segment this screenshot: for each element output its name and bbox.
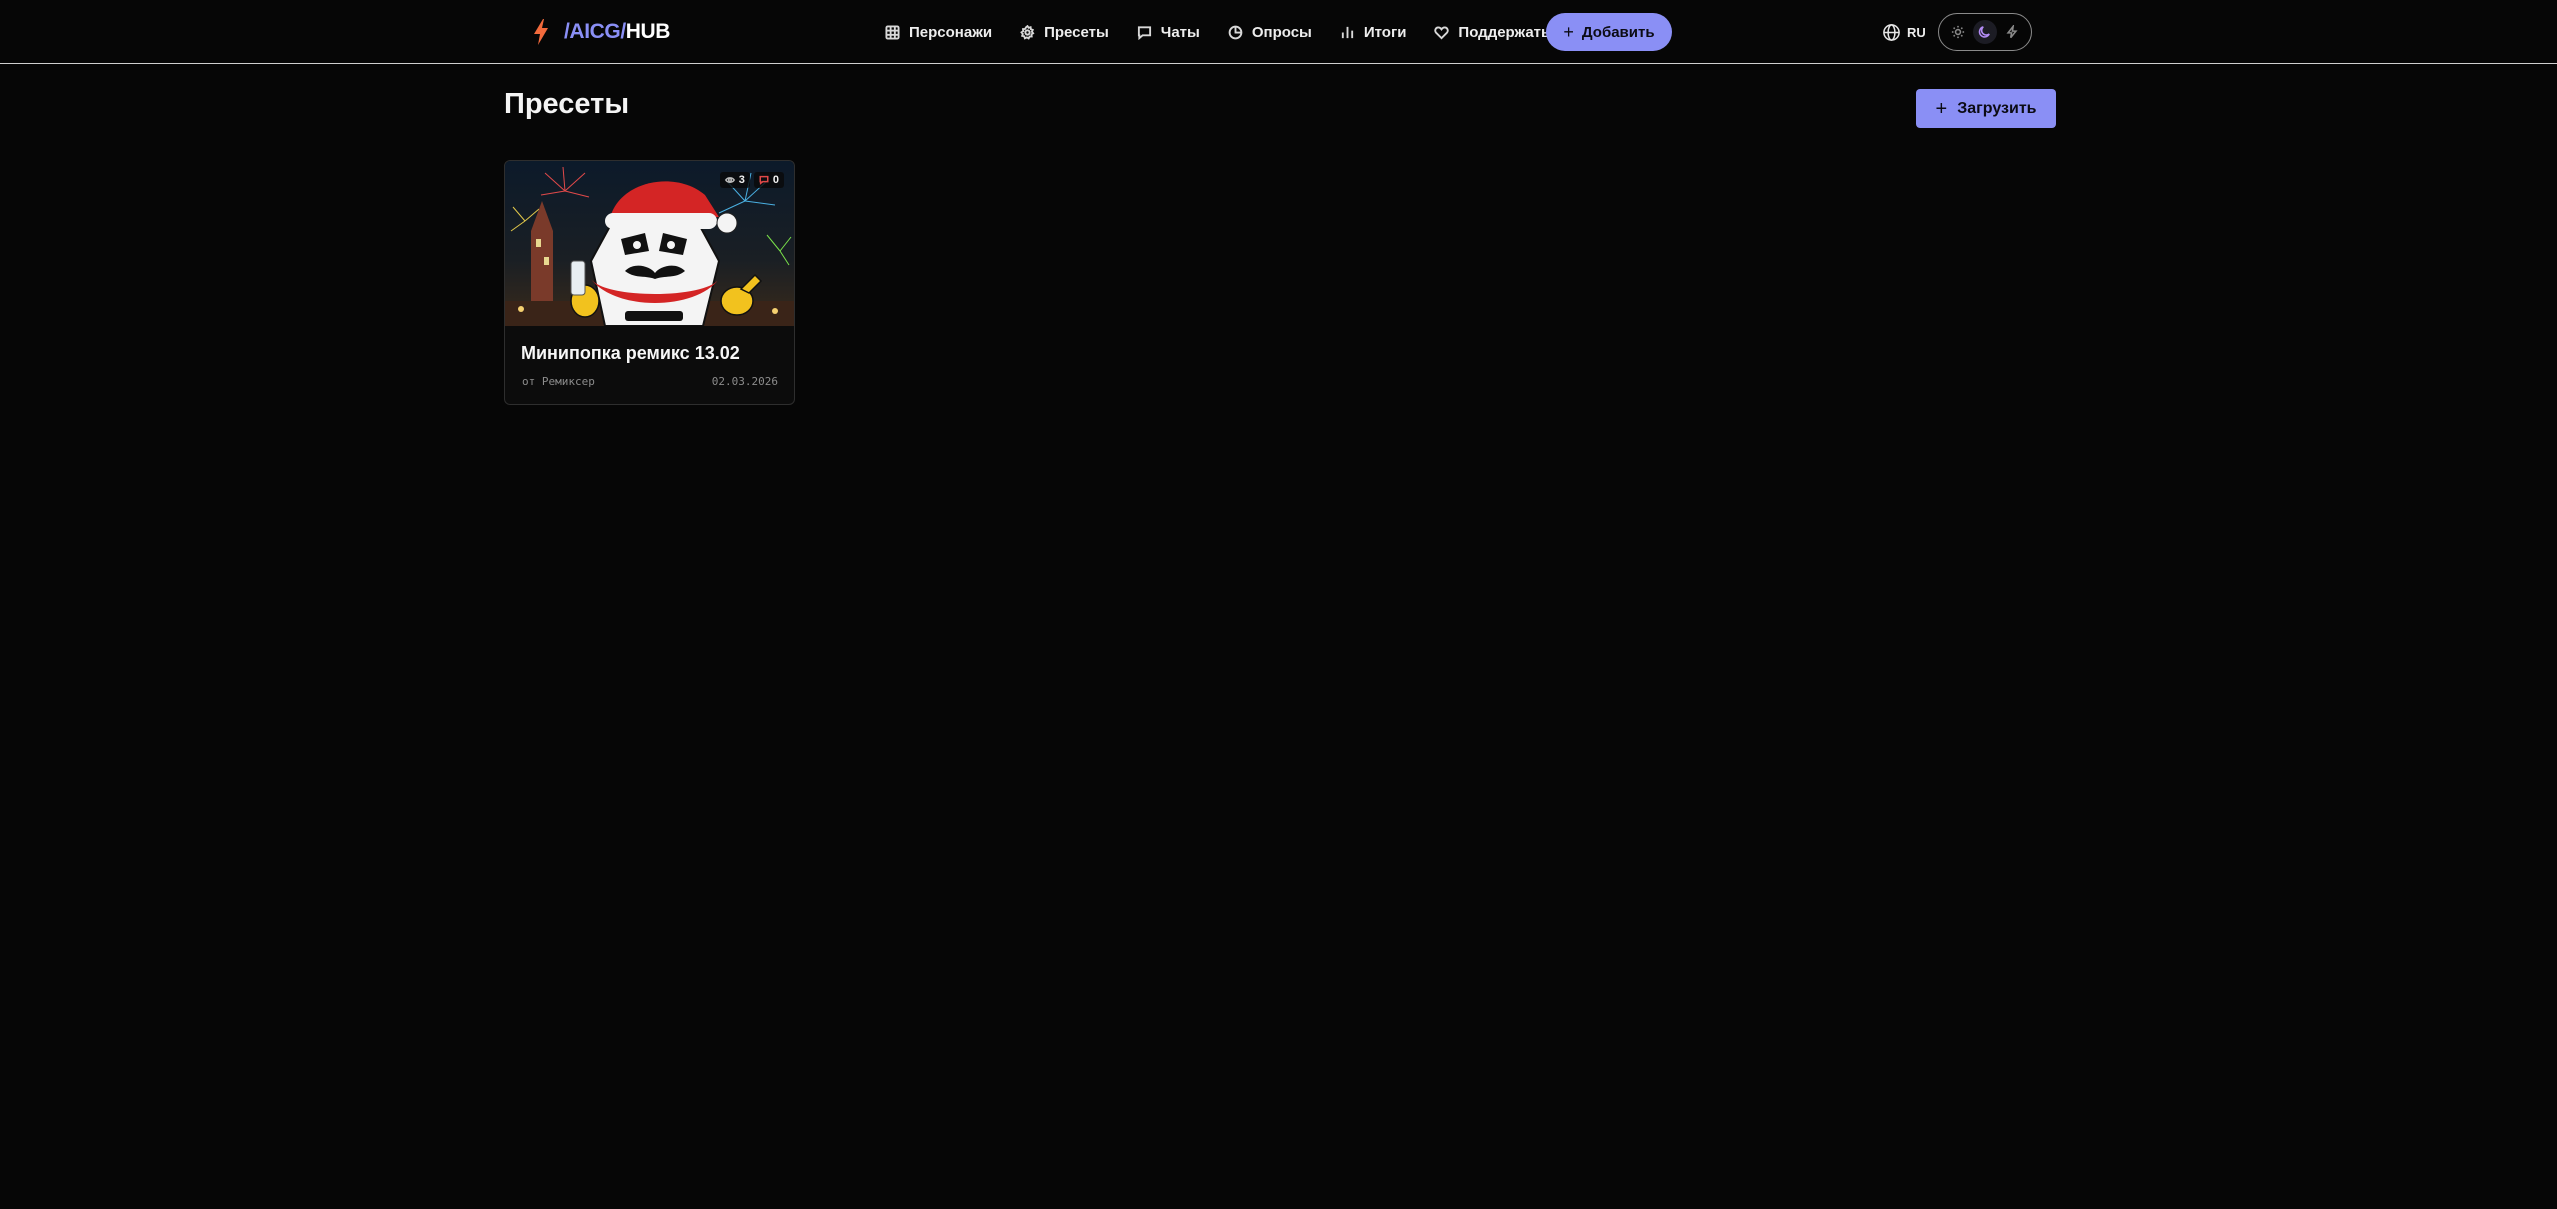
upload-button-label: Загрузить <box>1957 99 2037 117</box>
preset-author: от Ремиксер <box>522 375 595 388</box>
nav-item-label: Персонажи <box>909 23 993 41</box>
theme-dark-option[interactable] <box>1972 20 1997 44</box>
theme-light-option[interactable] <box>1946 20 1970 44</box>
plus-icon: + <box>1935 97 1948 120</box>
preset-date: 02.03.2026 <box>711 375 778 388</box>
nav-item-chats[interactable]: Чаты <box>1137 24 1200 41</box>
nav-item-characters[interactable]: Персонажи <box>885 24 992 41</box>
add-button-label: Добавить <box>1581 23 1655 41</box>
views-count: 3 <box>738 174 745 186</box>
add-button[interactable]: + Добавить <box>1546 13 1672 51</box>
site-logo[interactable]: /AICG/HUB <box>532 17 670 47</box>
language-switcher[interactable]: RU <box>1882 20 1926 44</box>
main-nav: Персонажи Пресеты Чаты Опросы Итоги Подд… <box>885 14 1550 50</box>
logo-text: /AICG/HUB <box>564 20 670 44</box>
views-badge: 3 <box>719 172 750 188</box>
logo-prefix: /AICG/ <box>564 20 626 43</box>
comments-count: 0 <box>772 174 779 186</box>
language-label: RU <box>1907 24 1926 40</box>
eye-icon <box>724 177 735 183</box>
top-navigation-bar: /AICG/HUB Персонажи Пресеты Чаты Опросы <box>0 0 2557 64</box>
lightning-icon <box>534 19 548 45</box>
pie-chart-icon <box>1228 25 1243 39</box>
heart-icon <box>1434 25 1450 39</box>
sun-icon <box>1952 25 1965 39</box>
grid-icon <box>885 24 900 40</box>
nav-item-presets[interactable]: Пресеты <box>1020 24 1109 41</box>
preset-stats: 3 0 <box>719 172 784 188</box>
logo-suffix: HUB <box>625 20 671 43</box>
chat-bubble-icon <box>1137 25 1151 40</box>
nav-item-label: Итоги <box>1363 23 1407 41</box>
nav-item-results[interactable]: Итоги <box>1340 23 1407 41</box>
nav-item-polls[interactable]: Опросы <box>1228 24 1312 41</box>
upload-button[interactable]: + Загрузить <box>1916 89 2056 128</box>
theme-accent-option[interactable] <box>2000 20 2024 44</box>
moon-icon <box>1978 26 1990 38</box>
nav-item-label: Пресеты <box>1044 23 1109 41</box>
globe-icon <box>1883 23 1900 41</box>
comments-badge: 0 <box>753 172 784 188</box>
nav-item-label: Поддержать <box>1458 23 1551 41</box>
nav-item-support[interactable]: Поддержать <box>1434 24 1550 41</box>
gear-icon <box>1020 24 1035 40</box>
plus-icon: + <box>1563 22 1574 42</box>
lightning-icon <box>2006 25 2018 39</box>
preset-title: Минипопка ремикс 13.02 <box>521 343 740 363</box>
theme-switch <box>1938 13 2032 51</box>
preset-card[interactable]: 3 0 Минипопка ремикс 13.02 от Ремиксер 0… <box>504 160 795 405</box>
nav-item-label: Чаты <box>1160 23 1200 41</box>
bar-chart-icon <box>1341 26 1353 38</box>
page-title: Пресеты <box>504 88 630 120</box>
comment-icon <box>759 175 769 185</box>
nav-item-label: Опросы <box>1251 23 1312 41</box>
